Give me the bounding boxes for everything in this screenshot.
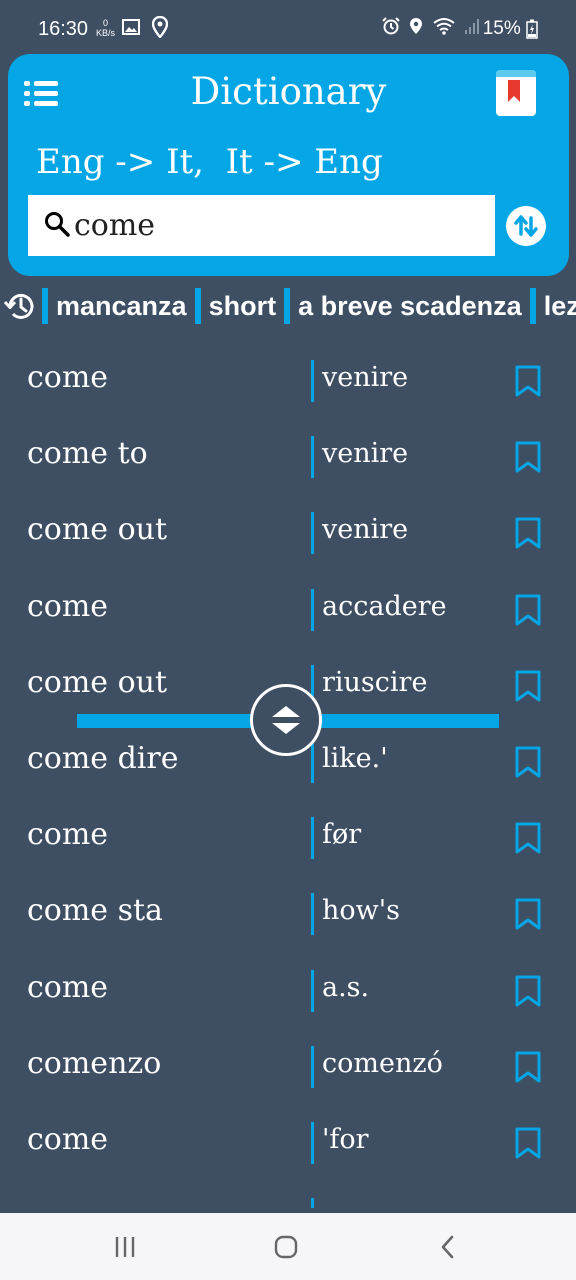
status-bar: 16:30 0 KB/s 15% <box>0 0 576 56</box>
english-term: come <box>27 360 109 395</box>
history-clock-icon[interactable] <box>3 288 39 324</box>
history-item-label: a breve scadenza <box>298 290 522 321</box>
column-divider <box>311 1198 314 1208</box>
translation: venire <box>322 514 409 546</box>
column-divider <box>311 512 314 555</box>
bookmark-outline-icon[interactable] <box>514 745 542 779</box>
english-term: come <box>27 817 109 853</box>
language-direction: Eng -> It, It -> Eng <box>36 142 383 182</box>
translation: a.s. <box>322 971 370 1003</box>
english-term: come out <box>27 664 168 700</box>
english-term: comenzo <box>27 1045 162 1081</box>
bookmark-outline-icon[interactable] <box>514 897 542 931</box>
back-icon[interactable] <box>433 1233 463 1261</box>
translation: før <box>322 819 362 851</box>
translation: riuscire <box>322 666 428 698</box>
history-item[interactable]: mancanza <box>42 288 195 324</box>
search-input[interactable] <box>74 203 474 247</box>
bookmark-outline-icon[interactable] <box>514 974 542 1008</box>
english-term: come to <box>27 436 148 472</box>
expand-collapse-icon <box>272 706 300 734</box>
translation: comenzó <box>322 1047 443 1079</box>
english-term: come <box>27 588 109 624</box>
result-row[interactable]: come out venire <box>0 494 576 570</box>
bookmark-book-icon <box>508 80 520 102</box>
column-divider <box>311 360 314 402</box>
wifi-icon <box>432 18 455 35</box>
book-spine <box>496 70 536 77</box>
bookmark-outline-icon[interactable] <box>514 821 542 855</box>
history-item[interactable]: lez <box>529 288 576 324</box>
result-row[interactable]: comenzo comenzó <box>0 1028 576 1104</box>
english-term: come sta <box>27 893 163 929</box>
english-term: come out <box>27 512 168 548</box>
column-resize-handle[interactable] <box>250 684 322 756</box>
system-navigation-bar <box>0 1213 576 1280</box>
search-icon <box>45 212 70 237</box>
bookmark-outline-icon[interactable] <box>514 364 542 398</box>
history-item[interactable]: short <box>194 288 285 324</box>
status-time: 16:30 <box>38 18 89 40</box>
search-history-bar: mancanza short a breve scadenza lez <box>0 284 576 328</box>
history-item-label: short <box>208 290 277 321</box>
column-divider <box>311 1045 314 1088</box>
column-divider <box>311 1121 314 1164</box>
history-item-label: lez <box>543 290 576 321</box>
location-pin-icon <box>151 15 168 39</box>
system-icons <box>382 16 480 36</box>
swap-arrows-icon <box>514 215 538 237</box>
network-speed-value: 0 <box>103 18 109 28</box>
swap-languages-button[interactable] <box>506 206 546 246</box>
result-row[interactable]: come før <box>0 799 576 875</box>
battery-charging-icon <box>526 19 538 39</box>
location-icon <box>410 18 423 34</box>
home-icon[interactable] <box>271 1233 301 1261</box>
battery-status: 15% <box>483 18 538 40</box>
splitter-line-right <box>319 714 499 728</box>
gallery-icon <box>122 19 140 35</box>
column-divider <box>311 817 314 860</box>
battery-percent: 15% <box>482 18 521 39</box>
alarm-icon <box>382 17 400 35</box>
translation: venire <box>322 362 409 393</box>
result-row-partial <box>0 1180 576 1208</box>
translation: venire <box>322 438 409 470</box>
network-speed-unit: KB/s <box>96 28 116 38</box>
network-speed: 0 KB/s <box>96 18 115 38</box>
bookmark-outline-icon[interactable] <box>514 1050 542 1084</box>
column-divider <box>311 893 314 936</box>
english-term: come dire <box>27 740 179 776</box>
result-row[interactable]: come accadere <box>0 571 576 647</box>
bookmark-outline-icon[interactable] <box>514 669 542 703</box>
translation: like.' <box>322 742 388 774</box>
bookmarks-button[interactable] <box>496 70 536 116</box>
column-divider <box>311 588 314 631</box>
result-row[interactable]: come sta how's <box>0 875 576 951</box>
result-row[interactable]: come venire <box>0 342 576 418</box>
notification-icons <box>122 15 168 39</box>
result-row[interactable]: come a.s. <box>0 952 576 1028</box>
translation: how's <box>322 895 401 927</box>
translation: accadere <box>322 590 447 622</box>
search-field[interactable] <box>28 195 495 256</box>
column-divider <box>311 969 314 1012</box>
result-row[interactable]: come 'for <box>0 1104 576 1180</box>
signal-icon <box>465 19 479 34</box>
translation: 'for <box>322 1123 369 1155</box>
dictionary-header: Dictionary Eng -> It, It -> Eng <box>8 54 569 276</box>
bookmark-outline-icon[interactable] <box>514 516 542 550</box>
app-title: Dictionary <box>190 70 387 113</box>
bookmark-outline-icon[interactable] <box>514 440 542 474</box>
splitter-line-left <box>77 714 253 728</box>
bookmark-outline-icon[interactable] <box>514 1126 542 1160</box>
column-divider <box>311 436 314 479</box>
result-row[interactable]: come to venire <box>0 418 576 494</box>
english-term: come <box>27 969 109 1005</box>
history-item-label: mancanza <box>56 290 187 321</box>
bookmark-outline-icon[interactable] <box>514 593 542 627</box>
english-term: come <box>27 1121 109 1157</box>
history-item[interactable]: a breve scadenza <box>284 288 530 324</box>
results-list: come venire come to venire come out veni… <box>0 342 576 1208</box>
recent-apps-icon[interactable] <box>110 1233 140 1261</box>
